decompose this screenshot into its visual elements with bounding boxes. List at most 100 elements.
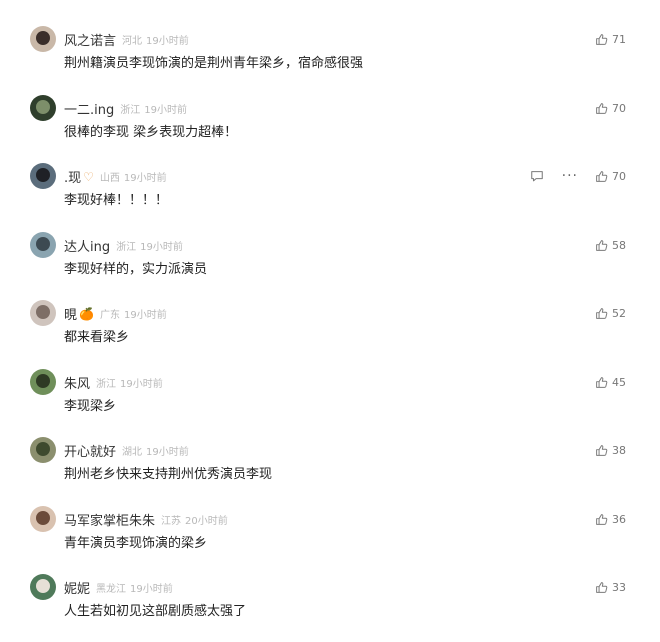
username[interactable]: 达人ing xyxy=(64,240,110,255)
thumbs-up-icon xyxy=(595,444,608,457)
thumbs-up-icon xyxy=(595,513,608,526)
thumbs-up-icon xyxy=(595,33,608,46)
comment-header: 晛 🍊 广东 19小时前 xyxy=(64,304,167,324)
avatar-figure xyxy=(36,168,50,182)
avatar[interactable] xyxy=(30,300,56,326)
location: 黑龙江 xyxy=(96,584,127,595)
username[interactable]: 朱风 xyxy=(64,377,90,392)
comment-item: 晛 🍊 广东 19小时前都来看梁乡 52 xyxy=(0,300,660,368)
comment-header: 朱风 浙江 19小时前 xyxy=(64,373,163,392)
timestamp: 19小时前 xyxy=(123,173,167,184)
comment-text: 人生若如初见这部剧质感太强了 xyxy=(64,604,247,619)
avatar-figure xyxy=(36,305,50,319)
avatar[interactable] xyxy=(30,232,56,258)
avatar[interactable] xyxy=(30,163,56,189)
like-button[interactable]: 70 xyxy=(595,167,626,185)
comment-header: 妮妮 黑龙江 19小时前 xyxy=(64,578,173,597)
comment-text: 很棒的李现 梁乡表现力超棒！ xyxy=(64,125,238,140)
like-count: 38 xyxy=(612,443,626,457)
thumbs-up-icon xyxy=(595,170,608,183)
comment-item: 达人ing 浙江 19小时前李现好样的，实力派演员 58 xyxy=(0,232,660,300)
location: 山西 xyxy=(99,173,120,184)
like-button[interactable]: 71 xyxy=(595,30,626,48)
like-button[interactable]: 58 xyxy=(595,236,626,254)
avatar[interactable] xyxy=(30,574,56,600)
timestamp: 19小时前 xyxy=(123,310,167,321)
comment-text: 李现好棒！！！！ xyxy=(64,193,169,208)
comment-item: 马军家掌柜朱朱 江苏 20小时前 青年演员李现饰演的梁乡 36 xyxy=(0,506,660,574)
user-badge-icon: ♡ xyxy=(83,169,94,184)
thumbs-up-icon xyxy=(595,307,608,320)
like-count: 52 xyxy=(612,306,626,320)
avatar-figure xyxy=(36,100,50,114)
location: 浙江 xyxy=(116,242,137,253)
location: 广东 xyxy=(99,310,120,321)
comment-header: .现 ♡ 山西 19小时前 xyxy=(64,167,167,187)
thumbs-up-icon xyxy=(595,239,608,252)
like-count: 45 xyxy=(612,375,626,389)
comment-header: 风之诺言 河北 19小时前 xyxy=(64,30,189,49)
comment-item: 朱风 浙江 19小时前李现梁乡 45 xyxy=(0,369,660,437)
comment-header: 马军家掌柜朱朱 江苏 20小时前 xyxy=(64,510,228,529)
like-count: 58 xyxy=(612,238,626,252)
comment-icon[interactable] xyxy=(530,169,544,183)
thumbs-up-icon xyxy=(595,581,608,594)
timestamp: 20小时前 xyxy=(185,516,228,527)
timestamp: 19小时前 xyxy=(130,584,173,595)
avatar[interactable] xyxy=(30,369,56,395)
username[interactable]: 马军家掌柜朱朱 xyxy=(64,514,155,529)
avatar[interactable] xyxy=(30,506,56,532)
username[interactable]: 开心就好 xyxy=(64,445,116,460)
like-button[interactable]: 33 xyxy=(595,578,626,596)
location: 浙江 xyxy=(96,379,117,390)
username[interactable]: 风之诺言 xyxy=(64,34,116,49)
username[interactable]: 妮妮 xyxy=(64,582,90,597)
avatar[interactable] xyxy=(30,437,56,463)
avatar-figure xyxy=(36,237,50,251)
username[interactable]: 晛 xyxy=(64,308,77,323)
location: 江苏 xyxy=(161,516,182,527)
like-button[interactable]: 70 xyxy=(595,99,626,117)
comment-header: 开心就好 湖北 19小时前 xyxy=(64,441,189,460)
comment-text: 都来看梁乡 xyxy=(64,330,130,345)
like-button[interactable]: 38 xyxy=(595,441,626,459)
comment-header: 达人ing 浙江 19小时前 xyxy=(64,236,183,255)
like-button[interactable]: 52 xyxy=(595,304,626,322)
comment-item: 一二.ing 浙江 19小时前很棒的李现 梁乡表现力超棒！ 70 xyxy=(0,95,660,163)
like-count: 71 xyxy=(612,32,626,46)
comment-text: 荆州籍演员李现饰演的是荆州青年梁乡，宿命感很强 xyxy=(64,56,364,71)
location: 湖北 xyxy=(122,447,143,458)
comment-text: 李现好样的，实力派演员 xyxy=(64,262,208,277)
avatar[interactable] xyxy=(30,95,56,121)
avatar-figure xyxy=(36,31,50,45)
username[interactable]: 一二.ing xyxy=(64,103,114,118)
avatar-figure xyxy=(36,442,50,456)
comment-item: 风之诺言 河北 19小时前荆州籍演员李现饰演的是荆州青年梁乡，宿命感很强 71 xyxy=(0,26,660,94)
thumbs-up-icon xyxy=(595,102,608,115)
comment-list: 风之诺言 河北 19小时前荆州籍演员李现饰演的是荆州青年梁乡，宿命感很强 71 一二.i… xyxy=(0,0,660,622)
comment-actions: ··· xyxy=(530,167,578,185)
comment-item: 开心就好 湖北 19小时前荆州老乡快来支持荆州优秀演员李现 38 xyxy=(0,437,660,505)
more-icon[interactable]: ··· xyxy=(562,167,578,185)
comment-text: 荆州老乡快来支持荆州优秀演员李现 xyxy=(64,467,273,482)
comment-item: 妮妮 黑龙江 19小时前人生若如初见这部剧质感太强了 33 xyxy=(0,574,660,642)
timestamp: 19小时前 xyxy=(140,242,183,253)
user-badge-icon: 🍊 xyxy=(79,306,94,321)
like-count: 33 xyxy=(612,580,626,594)
like-count: 70 xyxy=(612,169,626,183)
comment-item: .现 ♡ 山西 19小时前李现好棒！！！！ ··· 70 xyxy=(0,163,660,231)
like-count: 70 xyxy=(612,101,626,115)
avatar-figure xyxy=(36,579,50,593)
like-button[interactable]: 36 xyxy=(595,510,626,528)
timestamp: 19小时前 xyxy=(144,105,187,116)
username[interactable]: .现 xyxy=(64,171,81,186)
like-button[interactable]: 45 xyxy=(595,373,626,391)
timestamp: 19小时前 xyxy=(146,447,189,458)
location: 浙江 xyxy=(120,105,141,116)
avatar[interactable] xyxy=(30,26,56,52)
avatar-figure xyxy=(36,374,50,388)
timestamp: 19小时前 xyxy=(146,36,189,47)
comment-text: 李现梁乡 xyxy=(64,399,117,414)
thumbs-up-icon xyxy=(595,376,608,389)
avatar-figure xyxy=(36,511,50,525)
